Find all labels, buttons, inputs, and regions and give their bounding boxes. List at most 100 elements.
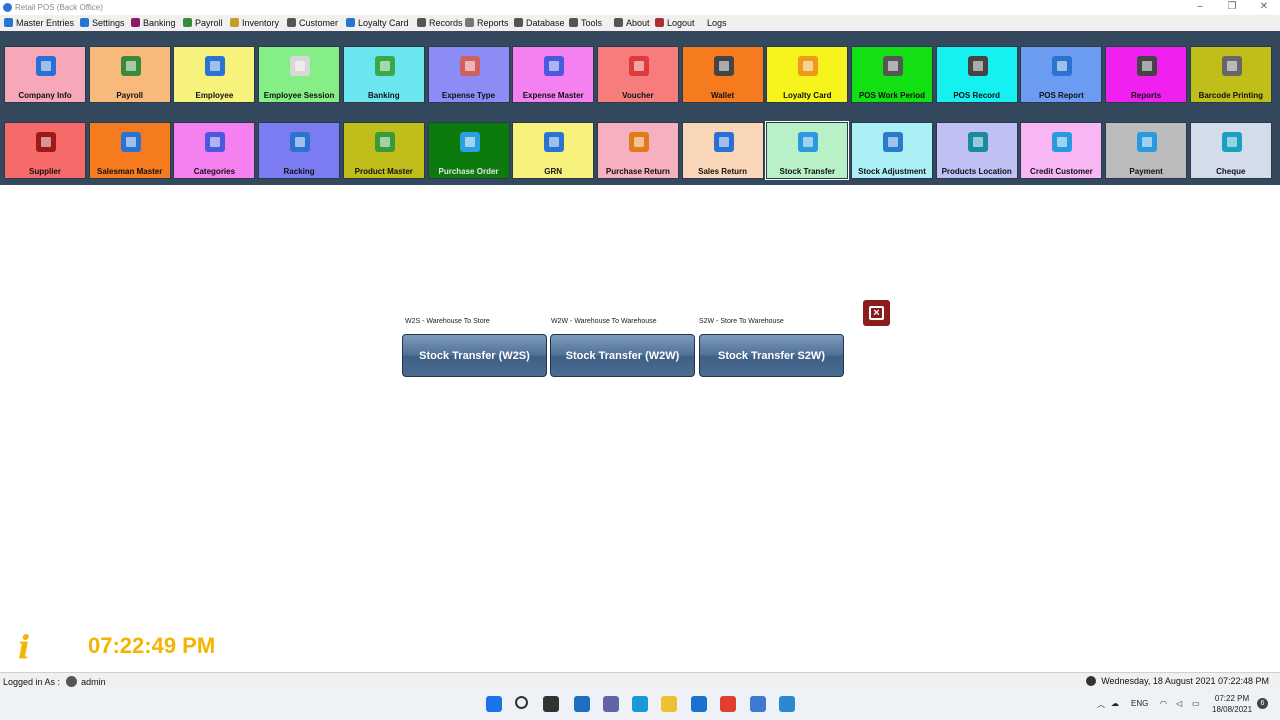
tile-payment[interactable]: Payment [1105,122,1188,179]
menu-database[interactable]: Database [514,17,565,29]
chrome-icon[interactable] [720,696,736,712]
tile-label: Expense Master [522,91,584,100]
tile-wallet[interactable]: Wallet [681,46,764,103]
tray-date: 18/08/2021 [1212,705,1253,714]
payroll-icon [183,18,192,27]
tray-chevron-icon[interactable]: ︿ [1097,699,1105,710]
file-explorer-icon[interactable] [661,696,677,712]
menu-logs[interactable]: Logs [707,17,727,29]
tile-sales-return[interactable]: Sales Return [681,122,764,179]
stock-transfer-w2w-button[interactable]: Stock Transfer (W2W) [550,334,695,377]
tile-label: Racking [283,167,315,176]
volume-icon[interactable]: ◁ [1176,699,1182,708]
menu-master-entries[interactable]: Master Entries [4,17,74,29]
username: admin [81,677,106,687]
tile-voucher[interactable]: Voucher [596,46,679,103]
tile-pos-work-period[interactable]: POS Work Period [851,46,933,103]
pos-app-icon[interactable] [779,696,795,712]
bank-icon [131,18,140,27]
menu-logout[interactable]: Logout [655,17,695,29]
menu-label: Reports [477,18,509,28]
search-icon[interactable] [515,696,528,709]
tile-banking[interactable]: Banking [342,46,425,103]
menu-tools[interactable]: Tools [569,17,602,29]
windows-start-icon[interactable] [486,696,502,712]
menu-reports[interactable]: Reports [465,17,509,29]
globe-icon [80,18,89,27]
tile-label: Employee Session [263,91,335,100]
racking-icon [287,129,313,155]
tile-products-location[interactable]: Products Location [935,122,1018,179]
tile-credit-customer[interactable]: Credit Customer [1020,122,1103,179]
menu-inventory[interactable]: Inventory [230,17,279,29]
tile-cheque[interactable]: Cheque [1189,122,1272,179]
loyalty-card-icon [795,53,821,79]
tile-label: Banking [368,91,400,100]
tile-employee[interactable]: Employee [173,46,256,103]
tile-reports[interactable]: Reports [1105,46,1188,103]
maximize-button[interactable]: ❐ [1216,0,1248,15]
menu-loyalty-card[interactable]: Loyalty Card [346,17,409,29]
tile-product-master[interactable]: Product Master [342,122,425,179]
tray-time: 07:22 PM [1214,694,1250,703]
tile-label: Supplier [28,167,61,176]
menu-settings[interactable]: Settings [80,17,125,29]
minimize-button[interactable]: – [1184,0,1216,15]
tile-stock-transfer[interactable]: Stock Transfer [765,121,850,180]
teams-chat-icon[interactable] [603,696,619,712]
live-clock: 07:22:49 PM [88,633,216,658]
menu-records[interactable]: Records [417,17,463,29]
stock-transfer-w2s-button[interactable]: Stock Transfer (W2S) [402,334,547,377]
menu-label: Loyalty Card [358,18,409,28]
tile-employee-session[interactable]: Employee Session [258,46,341,103]
tile-stock-adjustment[interactable]: Stock Adjustment [851,122,933,179]
edge-icon[interactable] [632,696,648,712]
menu-banking[interactable]: Banking [131,17,176,29]
mail-icon[interactable] [691,696,707,712]
tile-salesman-master[interactable]: Salesman Master [88,122,171,179]
notepad-icon[interactable] [750,696,766,712]
wifi-icon[interactable]: ◠ [1160,699,1167,708]
stock-transfer-s2w-button[interactable]: Stock Transfer S2W) [699,334,844,377]
menu-customer[interactable]: Customer [287,17,338,29]
product-box-icon [372,129,398,155]
tile-label: Payroll [116,91,144,100]
menu-payroll[interactable]: Payroll [183,17,223,29]
tile-company-info[interactable]: Company Info [4,46,86,103]
battery-icon[interactable]: ▭ [1192,699,1200,708]
tile-loyalty-card[interactable]: Loyalty Card [766,46,849,103]
notification-badge[interactable]: 6 [1257,698,1268,709]
close-window-button[interactable]: ✕ [1248,0,1280,15]
categories-icon [202,129,228,155]
tile-purchase-return[interactable]: Purchase Return [596,122,679,179]
status-datetime: Wednesday, 18 August 2021 07:22:48 PM [1085,676,1269,686]
grn-icon [541,129,567,155]
tile-expense-type[interactable]: Expense Type [427,46,510,103]
tile-expense-master[interactable]: Expense Master [512,46,595,103]
tile-payroll[interactable]: Payroll [88,46,171,103]
tile-purchase-order[interactable]: Purchase Order [427,122,510,179]
tile-label: Expense Type [441,91,496,100]
menu-label: Logs [707,18,727,28]
window-title: Retail POS (Back Office) [15,3,103,12]
tile-barcode-printing[interactable]: Barcode Printing [1189,46,1272,103]
cart-upload-icon [457,129,483,155]
tile-categories[interactable]: Categories [173,122,256,179]
tray-clock[interactable]: 07:22 PM 18/08/2021 [1212,693,1252,715]
weather-icon[interactable]: ☁ [1111,699,1119,708]
tile-label: Reports [1130,91,1162,100]
report-doc-icon [1049,53,1075,79]
tile-supplier[interactable]: Supplier [4,122,86,179]
cheque-icon [1219,129,1245,155]
language-indicator[interactable]: ENG [1131,699,1148,708]
tile-pos-record[interactable]: POS Record [935,46,1018,103]
widgets-icon[interactable] [574,696,590,712]
close-panel-button[interactable]: × [863,300,890,326]
tile-pos-report[interactable]: POS Report [1020,46,1103,103]
menu-label: Tools [581,18,603,28]
menu-about[interactable]: About [614,17,650,29]
inventory-icon [230,18,239,27]
tile-grn[interactable]: GRN [512,122,595,179]
tile-racking[interactable]: Racking [258,122,341,179]
task-view-icon[interactable] [543,696,559,712]
